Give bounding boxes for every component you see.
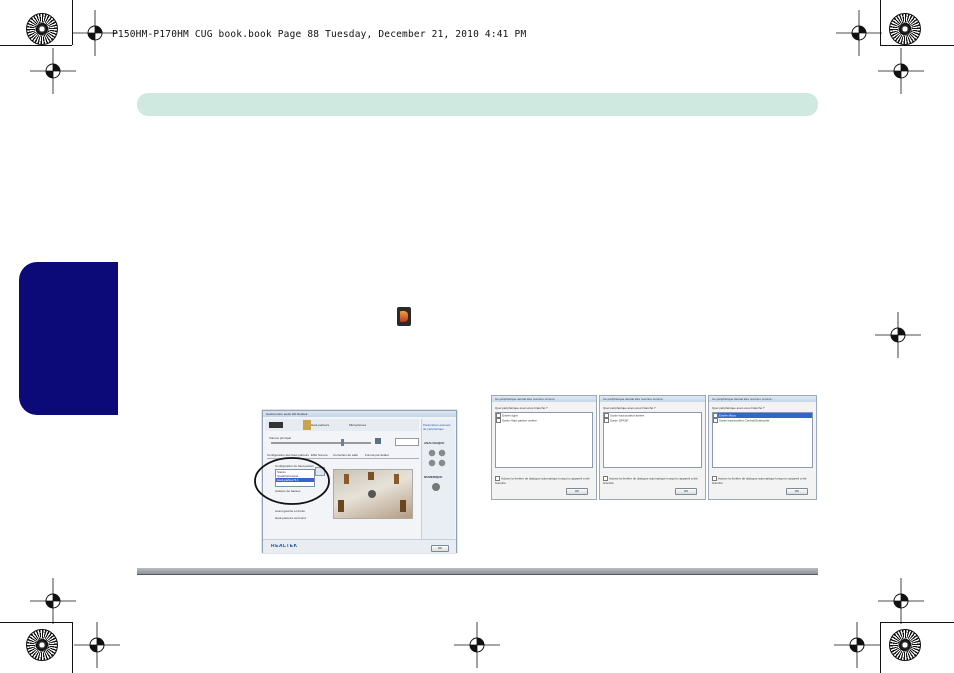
crop-line	[880, 45, 954, 46]
jack-icons	[428, 449, 448, 469]
device-option[interactable]: Sortie Haut-parleur arrière	[496, 418, 592, 423]
device-dialog-3: Ce périphérique devrait être reconnu com…	[708, 395, 817, 500]
registration-dial-bottom-right	[889, 629, 921, 661]
bottom-bar: REALTEK OK	[263, 539, 456, 553]
speaker-front-left	[344, 474, 349, 484]
surround-speakers-checkbox[interactable]: Haut-parleurs surround	[275, 516, 315, 520]
analog-label: ANALOGIQUE	[424, 441, 445, 445]
dialog-title: Ce périphérique devrait être reconnu com…	[600, 396, 705, 402]
crosshair-left-top	[30, 48, 76, 94]
crosshair-right-middle	[875, 312, 921, 358]
tab-bar: Haut-parleurs Microphones	[265, 419, 419, 431]
tab-speakers[interactable]: Haut-parleurs	[311, 423, 341, 427]
dialog-title: Ce périphérique devrait être reconnu com…	[492, 396, 596, 402]
crosshair-right-bottom	[878, 578, 924, 624]
ok-button[interactable]: OK	[431, 545, 449, 552]
page-header-band	[137, 93, 818, 116]
highlight-ellipse	[254, 457, 330, 505]
auto-popup-checkbox[interactable]: Activez la fenêtre de dialogue automatiq…	[495, 476, 591, 485]
dialog-question: Quel périphérique avez-vous branché ?	[712, 406, 765, 410]
crop-line	[0, 622, 72, 623]
crosshair-bottom-center	[454, 622, 500, 668]
volume-thumb[interactable]	[341, 439, 344, 446]
crosshair-right-top	[878, 48, 924, 94]
device-list[interactable]: Entrée Micro Sortie haut-parleur Central…	[712, 412, 813, 468]
auto-popup-checkbox[interactable]: Activez la fenêtre de dialogue automatiq…	[603, 476, 700, 485]
speaker-room-image	[333, 469, 413, 519]
dialog-question: Quel périphérique avez-vous branché ?	[603, 406, 656, 410]
speaker-tab-icon	[303, 420, 311, 430]
speaker-rear-right	[400, 500, 406, 512]
device-option[interactable]: Sortie haut-parleur Central/Subwoofer	[713, 418, 812, 423]
sub-tab-room-correction[interactable]: Correction de salle	[333, 453, 363, 457]
volume-slider[interactable]	[271, 442, 371, 444]
digital-label: NUMERIQUE	[424, 475, 443, 479]
device-list[interactable]: Sortie haut-parleur arrière Sortie S/PDI…	[603, 412, 702, 468]
device-option[interactable]: Sortie S/PDIF	[604, 418, 701, 423]
default-device-select[interactable]	[395, 438, 419, 446]
crosshair-bottom-right	[834, 622, 880, 668]
crosshair-bottom-left	[74, 622, 120, 668]
side-panel: Paramètres avancés de périphérique ANALO…	[421, 419, 455, 545]
mute-button[interactable]	[375, 438, 381, 444]
registration-dial-bottom-left	[26, 629, 58, 661]
speaker-front-right	[394, 474, 399, 484]
device-list[interactable]: Entrée ligne Sortie Haut-parleur arrière	[495, 412, 593, 468]
window-title: Gestionnaire audio HD Realtek	[263, 411, 456, 417]
device-dialog-1: Ce périphérique devrait être reconnu com…	[491, 395, 597, 500]
chapter-side-tab	[19, 262, 118, 415]
crop-line	[880, 622, 881, 673]
device-tab-icon	[269, 422, 283, 428]
registration-dial-top-left	[26, 13, 58, 45]
realtek-logo: REALTEK	[271, 544, 298, 548]
crop-line	[72, 0, 73, 45]
crop-line	[880, 0, 881, 45]
sub-tab-default-format[interactable]: Format par défaut	[365, 453, 395, 457]
ok-button[interactable]: OK	[786, 488, 808, 495]
tab-microphones[interactable]: Microphones	[349, 423, 379, 427]
crop-line	[880, 622, 954, 623]
registration-dial-top-right	[889, 13, 921, 45]
main-volume-label: Volume principal	[269, 436, 292, 440]
auto-popup-checkbox[interactable]: Activez la fenêtre de dialogue automatiq…	[712, 476, 811, 485]
speaker-center	[368, 472, 374, 480]
device-dialog-2: Ce périphérique devrait être reconnu com…	[599, 395, 706, 500]
advanced-settings-label[interactable]: Paramètres avancés de périphérique	[423, 423, 453, 431]
crop-line	[0, 45, 72, 46]
ok-button[interactable]: OK	[675, 488, 697, 495]
dialog-question: Quel périphérique avez-vous branché ?	[495, 406, 548, 410]
print-header: P150HM-P170HM CUG book.book Page 88 Tues…	[112, 29, 527, 40]
dialog-title: Ce périphérique devrait être reconnu com…	[709, 396, 816, 402]
crosshair-left-bottom	[30, 578, 76, 624]
speaker-rear-left	[338, 500, 344, 512]
speaker-icon	[397, 307, 411, 326]
digital-jack-icon	[432, 483, 440, 491]
crop-line	[72, 622, 73, 673]
front-left-right-checkbox[interactable]: Avant gauche et droite	[275, 509, 315, 513]
footer-rule-shadow	[137, 574, 818, 575]
listener-head	[368, 490, 376, 498]
ok-button[interactable]: OK	[566, 488, 588, 495]
